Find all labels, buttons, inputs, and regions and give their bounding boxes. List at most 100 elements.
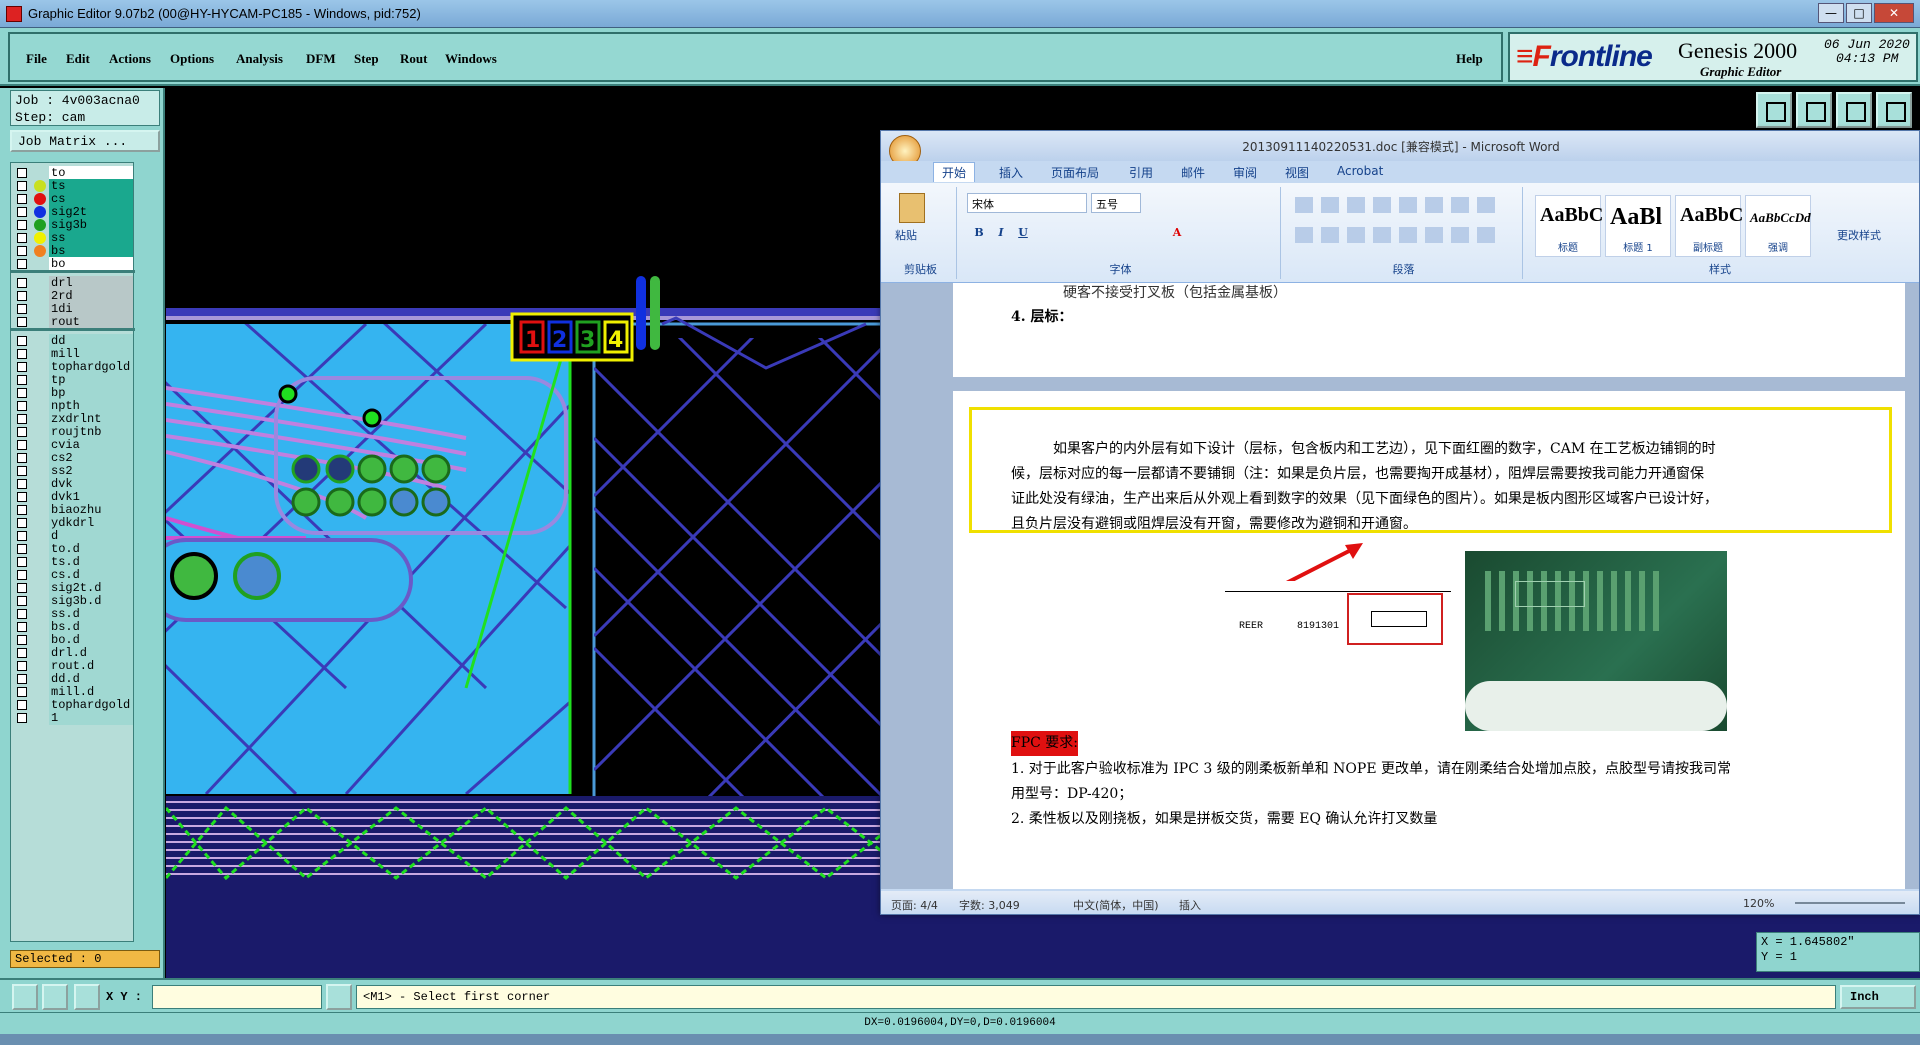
layer-checkbox[interactable] xyxy=(17,388,27,398)
toolbar-import-icon[interactable] xyxy=(1796,92,1832,128)
layer-checkbox[interactable] xyxy=(17,401,27,411)
layer-checkbox[interactable] xyxy=(17,362,27,372)
tab-references[interactable]: 引用 xyxy=(1129,164,1153,181)
layer-checkbox[interactable] xyxy=(17,427,27,437)
measure-icon[interactable] xyxy=(42,984,68,1010)
toolbar-home-icon[interactable] xyxy=(1836,92,1872,128)
layer-checkbox[interactable] xyxy=(17,492,27,502)
menu-actions[interactable]: Actions xyxy=(109,51,151,67)
layer-checkbox[interactable] xyxy=(17,531,27,541)
layer-checkbox[interactable] xyxy=(17,304,27,314)
tab-acrobat[interactable]: Acrobat xyxy=(1337,164,1383,178)
layer-checkbox[interactable] xyxy=(17,479,27,489)
layer-checkbox[interactable] xyxy=(17,207,27,217)
style-heading1[interactable]: AaBl 标题 1 xyxy=(1605,195,1671,257)
align-buttons[interactable] xyxy=(1295,227,1495,243)
insert-mode[interactable]: 插入 xyxy=(1179,897,1201,913)
layer-checkbox[interactable] xyxy=(17,583,27,593)
layer-checkbox[interactable] xyxy=(17,713,27,723)
layer-checkbox[interactable] xyxy=(17,674,27,684)
font-name-select[interactable]: 宋体 xyxy=(967,193,1087,213)
close-button[interactable]: ✕ xyxy=(1874,3,1914,23)
language[interactable]: 中文(简体，中国) xyxy=(1073,897,1159,913)
layer-name[interactable]: 1 xyxy=(49,711,133,725)
layer-checkbox[interactable] xyxy=(17,291,27,301)
tab-view[interactable]: 视图 xyxy=(1285,164,1309,181)
layer-checkbox[interactable] xyxy=(17,635,27,645)
bold-button[interactable]: B xyxy=(969,223,989,243)
layer-checkbox[interactable] xyxy=(17,336,27,346)
menu-help[interactable]: Help xyxy=(1456,51,1483,67)
grid-icon[interactable] xyxy=(74,984,100,1010)
underline-button[interactable]: U xyxy=(1013,223,1033,243)
change-styles-button[interactable]: 更改样式 xyxy=(1837,227,1881,243)
layer-checkbox[interactable] xyxy=(17,570,27,580)
layer-checkbox[interactable] xyxy=(17,317,27,327)
list-buttons[interactable] xyxy=(1295,197,1495,213)
layer-name[interactable]: rout xyxy=(49,315,133,329)
layer-checkbox[interactable] xyxy=(17,278,27,288)
menu-analysis[interactable]: Analysis xyxy=(236,51,283,67)
layer-checkbox[interactable] xyxy=(17,349,27,359)
zoom-area-icon[interactable] xyxy=(12,984,38,1010)
layer-checkbox[interactable] xyxy=(17,181,27,191)
layer-checkbox[interactable] xyxy=(17,596,27,606)
style-title[interactable]: AaBbC 标题 xyxy=(1535,195,1603,257)
tab-mailings[interactable]: 邮件 xyxy=(1181,164,1205,181)
tab-home[interactable]: 开始 xyxy=(933,162,976,182)
layer-row[interactable]: 1 xyxy=(11,710,135,726)
layer-checkbox[interactable] xyxy=(17,700,27,710)
tab-insert[interactable]: 插入 xyxy=(999,164,1023,181)
minimize-button[interactable]: — xyxy=(1818,3,1844,23)
layer-checkbox[interactable] xyxy=(17,687,27,697)
layer-name[interactable]: bo xyxy=(49,257,133,271)
zoom-slider[interactable] xyxy=(1795,902,1905,904)
paste-label[interactable]: 粘贴 xyxy=(895,227,917,243)
menu-dfm[interactable]: DFM xyxy=(306,51,336,67)
zoom-level[interactable]: 120% xyxy=(1743,897,1774,910)
layer-checkbox[interactable] xyxy=(17,414,27,424)
layer-checkbox[interactable] xyxy=(17,505,27,515)
layer-checkbox[interactable] xyxy=(17,233,27,243)
menu-windows[interactable]: Windows xyxy=(445,51,497,67)
document-page-2[interactable]: 如果客户的内外层有如下设计（层标，包含板内和工艺边），见下面红圈的数字，CAM … xyxy=(953,391,1905,889)
layer-checkbox[interactable] xyxy=(17,609,27,619)
xy-input[interactable] xyxy=(152,985,322,1009)
menu-options[interactable]: Options xyxy=(170,51,214,67)
toolbar-layout-icon[interactable] xyxy=(1876,92,1912,128)
layer-checkbox[interactable] xyxy=(17,544,27,554)
layer-checkbox[interactable] xyxy=(17,194,27,204)
tab-layout[interactable]: 页面布局 xyxy=(1051,164,1099,181)
menu-edit[interactable]: Edit xyxy=(66,51,90,67)
snap-icon[interactable] xyxy=(326,984,352,1010)
layer-checkbox[interactable] xyxy=(17,557,27,567)
menu-rout[interactable]: Rout xyxy=(400,51,427,67)
italic-button[interactable]: I xyxy=(991,223,1011,243)
layer-checkbox[interactable] xyxy=(17,168,27,178)
font-color-button[interactable]: A xyxy=(1167,223,1187,243)
layer-checkbox[interactable] xyxy=(17,246,27,256)
style-subtitle[interactable]: AaBbC 副标题 xyxy=(1675,195,1743,257)
layer-checkbox[interactable] xyxy=(17,466,27,476)
style-emphasis[interactable]: AaBbCcDd 强调 xyxy=(1745,195,1811,257)
layer-checkbox[interactable] xyxy=(17,220,27,230)
layer-checkbox[interactable] xyxy=(17,661,27,671)
unit-selector[interactable]: Inch xyxy=(1840,985,1916,1009)
font-size-select[interactable]: 五号 xyxy=(1091,193,1141,213)
paste-icon[interactable] xyxy=(899,193,925,223)
layer-checkbox[interactable] xyxy=(17,622,27,632)
layer-checkbox[interactable] xyxy=(17,518,27,528)
word-window[interactable]: 20130911140220531.doc [兼容模式] - Microsoft… xyxy=(880,130,1920,915)
menu-step[interactable]: Step xyxy=(354,51,379,67)
group-label-clipboard: 剪贴板 xyxy=(904,263,937,276)
toolbar-export-icon[interactable] xyxy=(1756,92,1792,128)
job-matrix-button[interactable]: Job Matrix ... xyxy=(10,130,160,152)
layer-checkbox[interactable] xyxy=(17,648,27,658)
layer-checkbox[interactable] xyxy=(17,375,27,385)
tab-review[interactable]: 审阅 xyxy=(1233,164,1257,181)
menu-file[interactable]: File xyxy=(26,51,47,67)
maximize-button[interactable]: □ xyxy=(1846,3,1872,23)
layer-checkbox[interactable] xyxy=(17,453,27,463)
layer-checkbox[interactable] xyxy=(17,440,27,450)
layer-checkbox[interactable] xyxy=(17,259,27,269)
